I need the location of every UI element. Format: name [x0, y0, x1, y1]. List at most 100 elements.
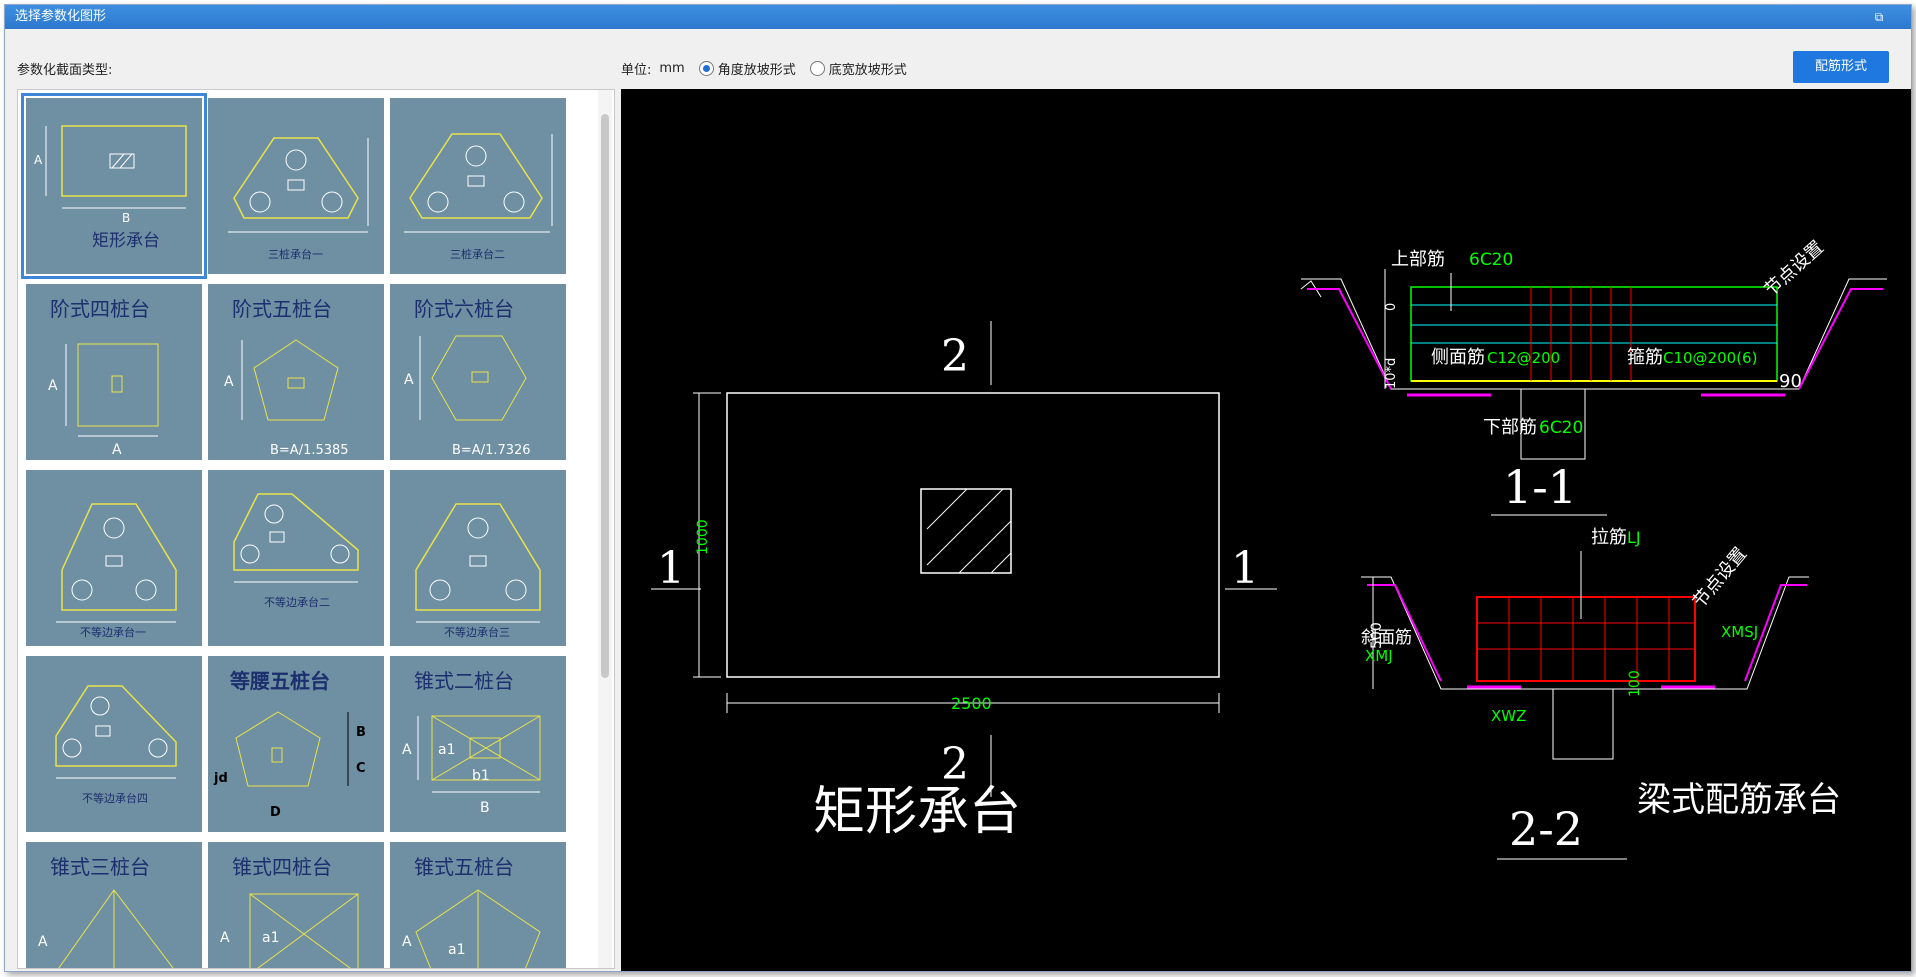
tile-label: 不等边承台四	[82, 791, 148, 805]
tile-title: 阶式五桩台	[232, 297, 332, 321]
rebar-form-button[interactable]: 配筋形式	[1793, 51, 1889, 83]
tile-uneq-4[interactable]: 不等边承台四	[26, 656, 202, 832]
tile-cone-4pile[interactable]: 锥式四桩台 A a1	[208, 842, 384, 968]
dim-label: B=A/1.7326	[452, 443, 531, 458]
unit-label: 单位:	[621, 63, 652, 78]
node-label-2: 节点设置	[1689, 544, 1751, 613]
dialog-window: 选择参数化图形 ⧉ 参数化截面类型: 单位: mm 角度放坡形式 底宽放坡形式 …	[4, 4, 1912, 972]
tile-title: 阶式四桩台	[50, 297, 150, 321]
section-22-title: 2-2	[1509, 802, 1583, 856]
tile-label: 不等边承台二	[264, 595, 330, 609]
dim-a1-label: a1	[438, 742, 456, 758]
section-11-title: 1-1	[1503, 460, 1577, 514]
tile-step-6pile[interactable]: 阶式六桩台 A B=A/1.7326	[390, 284, 566, 460]
tile-cone-3pile[interactable]: 锥式三桩台 A	[26, 842, 202, 968]
dim-a1-label: a1	[448, 942, 466, 958]
shape-gallery: A B 矩形承台 三桩承台一 三桩承台二 阶式四桩台 A A 阶式五桩台 A B…	[17, 89, 615, 969]
beam-cap-title: 梁式配筋承台	[1637, 780, 1841, 820]
tile-title: 等腰五桩台	[230, 669, 330, 693]
xmsj-label: XMSJ	[1721, 623, 1758, 641]
dim-label: B=A/1.5385	[270, 443, 349, 458]
window-title: 选择参数化图形	[15, 9, 107, 24]
xwz-label: XWZ	[1491, 707, 1526, 725]
side-bar-label: 侧面筋	[1431, 347, 1485, 368]
tile-three-pile-2[interactable]: 三桩承台二	[390, 98, 566, 274]
tile-title: 锥式二桩台	[414, 669, 514, 693]
angle-label: jd	[213, 771, 228, 786]
tile-label: 矩形承台	[92, 231, 160, 251]
tile-cone-2pile[interactable]: 锥式二桩台 A a1 b1 B	[390, 656, 566, 832]
tile-three-pile-1[interactable]: 三桩承台一	[208, 98, 384, 274]
dim-b-label: B	[356, 725, 366, 740]
tile-isosceles-5pile[interactable]: 等腰五桩台 B C jd D	[208, 656, 384, 832]
dim-a-label: A	[224, 374, 234, 390]
dim-a-label: A	[220, 930, 230, 946]
bottom-bar-value: 6C20	[1539, 418, 1583, 438]
dim-b-label: B	[122, 211, 130, 225]
angle-slope-label[interactable]: 角度放坡形式	[718, 59, 796, 78]
width-slope-radio[interactable]	[809, 61, 825, 76]
section-type-label: 参数化截面类型:	[17, 63, 113, 78]
tile-label: 不等边承台三	[444, 625, 510, 639]
unit-row: 单位: mm 角度放坡形式 底宽放坡形式	[621, 59, 915, 78]
dim-label: A	[112, 442, 122, 458]
slope-bar-label: 斜面筋	[1361, 628, 1412, 648]
tile-step-5pile[interactable]: 阶式五桩台 A B=A/1.5385	[208, 284, 384, 460]
node-label-1: 节点设置	[1760, 237, 1828, 301]
angle-slope-radio[interactable]	[698, 61, 714, 76]
tile-label: 不等边承台一	[80, 625, 146, 639]
section-mark-right: 1	[1231, 543, 1259, 594]
tile-cone-5pile[interactable]: 锥式五桩台 A a1	[390, 842, 566, 968]
top-bar-label: 上部筋	[1391, 249, 1445, 270]
tie-value: LJ	[1627, 528, 1641, 547]
scrollbar-thumb[interactable]	[601, 114, 609, 678]
plan-title: 矩形承台	[813, 782, 1021, 842]
unit-value: mm	[659, 61, 685, 76]
dim-b1-label: b1	[472, 768, 490, 784]
dim-label: D	[270, 805, 281, 820]
dim-width: 2500	[951, 694, 992, 713]
tile-label: 三桩承台一	[268, 247, 323, 261]
toolbar: 参数化截面类型: 单位: mm 角度放坡形式 底宽放坡形式 配筋形式	[5, 29, 1911, 85]
tile-uneq-2[interactable]: 不等边承台二	[208, 470, 384, 646]
restore-icon[interactable]: ⧉	[1871, 9, 1887, 25]
dim-a-label: A	[404, 372, 414, 388]
bottom-bar-label: 下部筋	[1483, 417, 1537, 438]
dim-a-label: A	[48, 378, 58, 394]
dim-label: B	[480, 800, 490, 816]
side-bar-value: C12@200	[1487, 349, 1560, 367]
tile-uneq-1[interactable]: 不等边承台一	[26, 470, 202, 646]
preview-canvas: 1000 2500 2 2 1 1 矩形承台 0 10*d 上部筋 6C20 侧…	[621, 89, 1911, 971]
dim-a1-label: a1	[262, 930, 280, 946]
tile-title: 阶式六桩台	[414, 297, 514, 321]
slope-bar-value: XMJ	[1365, 647, 1393, 665]
tile-title: 锥式四桩台	[232, 855, 332, 879]
dim-a-label: A	[402, 934, 412, 950]
tile-step-4pile[interactable]: 阶式四桩台 A A	[26, 284, 202, 460]
title-bar: 选择参数化图形 ⧉	[5, 5, 1911, 29]
tile-rect-cap[interactable]: A B 矩形承台	[21, 93, 207, 279]
angle-value: 90	[1779, 371, 1802, 392]
section-mark-top: 2	[941, 331, 969, 382]
dim-10d: 10*d	[1384, 358, 1399, 389]
dim-a-label: A	[34, 153, 43, 167]
tile-title: 锥式五桩台	[414, 855, 514, 879]
gallery-scrollbar[interactable]	[598, 90, 612, 968]
stirrup-value: C10@200(6)	[1663, 349, 1757, 367]
tie-label: 拉筋	[1591, 527, 1627, 548]
dim-c-label: C	[356, 761, 366, 776]
top-bar-value: 6C20	[1469, 250, 1513, 270]
section-mark-left: 1	[657, 543, 685, 594]
dim-zero: 0	[1384, 303, 1399, 311]
stirrup-label: 箍筋	[1627, 347, 1663, 368]
tile-uneq-3[interactable]: 不等边承台三	[390, 470, 566, 646]
plan-outline	[726, 392, 1220, 678]
width-slope-label[interactable]: 底宽放坡形式	[829, 59, 907, 78]
tile-title: 锥式三桩台	[50, 855, 150, 879]
column-outline	[920, 488, 1012, 574]
tile-label: 三桩承台二	[450, 247, 505, 261]
dim-100: 100	[1627, 670, 1643, 697]
dim-a-label: A	[38, 934, 48, 950]
dim-height: 1000	[695, 519, 711, 555]
dim-a-label: A	[402, 742, 412, 758]
